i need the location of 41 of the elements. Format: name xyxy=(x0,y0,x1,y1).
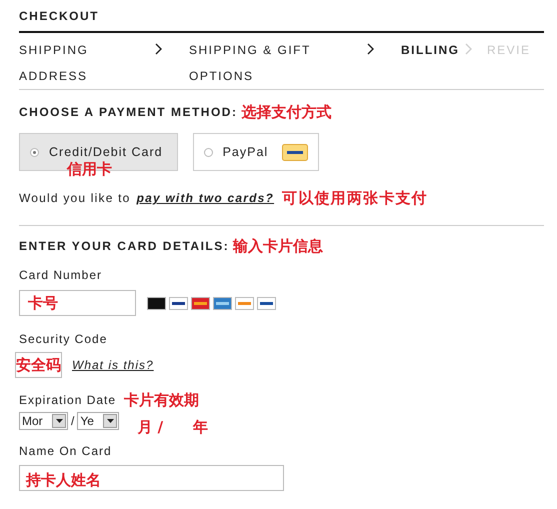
card-brand-icon xyxy=(191,296,210,310)
wallet-badge-icon xyxy=(282,144,308,160)
split-payment-prompt: Would you like to xyxy=(19,190,131,207)
checkout-step[interactable]: SHIPPING & GIFT OPTIONS xyxy=(189,37,367,89)
card-brand-icon xyxy=(169,296,188,310)
radio-button[interactable] xyxy=(30,148,39,156)
chevron-right-icon xyxy=(367,43,375,55)
annotation: 持卡人姓名 xyxy=(26,470,101,490)
radio-button[interactable] xyxy=(204,148,213,156)
card-number-field[interactable]: 卡号 xyxy=(19,290,136,316)
card-brand-icon xyxy=(235,296,254,310)
pay-with-two-cards-link[interactable]: pay with two cards? xyxy=(136,189,274,207)
dropdown[interactable]: Ye xyxy=(77,412,120,430)
field-label: Name On Card xyxy=(19,443,113,458)
dropdown[interactable]: Mor xyxy=(19,412,68,430)
annotation: 卡号 xyxy=(28,292,58,314)
card-brand-icon xyxy=(257,296,276,310)
field-label: Card Number xyxy=(19,267,104,282)
field-label: Expiration Date xyxy=(19,392,116,409)
date-separator: / xyxy=(71,413,74,430)
annotation: 输入卡片信息 xyxy=(233,236,324,257)
annotation: 月 / xyxy=(137,416,164,438)
section-heading: ENTER YOUR CARD DETAILS: xyxy=(19,238,230,255)
annotation: 年 xyxy=(193,416,208,438)
annotation: 选择支付方式 xyxy=(241,102,332,123)
chevron-right-icon xyxy=(155,43,163,55)
caret-down-icon xyxy=(106,419,114,423)
what-is-this-link[interactable]: What is this? xyxy=(72,356,154,374)
annotation: 可以使用两张卡支付 xyxy=(282,188,428,209)
checkout-step[interactable]: BILLING xyxy=(401,37,465,63)
field-label: Security Code xyxy=(19,331,108,346)
section-heading: CHOOSE A PAYMENT METHOD: xyxy=(19,104,238,121)
caret-down-icon xyxy=(56,419,62,423)
annotation: 卡片有效期 xyxy=(124,390,200,411)
card-brand-icon xyxy=(147,296,166,310)
card-brand-icon xyxy=(213,296,232,310)
chevron-right-icon xyxy=(465,43,473,55)
payment-option[interactable]: PayPal xyxy=(192,133,320,171)
name-on-card-field[interactable]: 持卡人姓名 xyxy=(19,465,284,491)
checkout-step[interactable]: SHIPPING ADDRESS xyxy=(19,37,155,89)
page-title: CHECKOUT xyxy=(19,8,100,25)
